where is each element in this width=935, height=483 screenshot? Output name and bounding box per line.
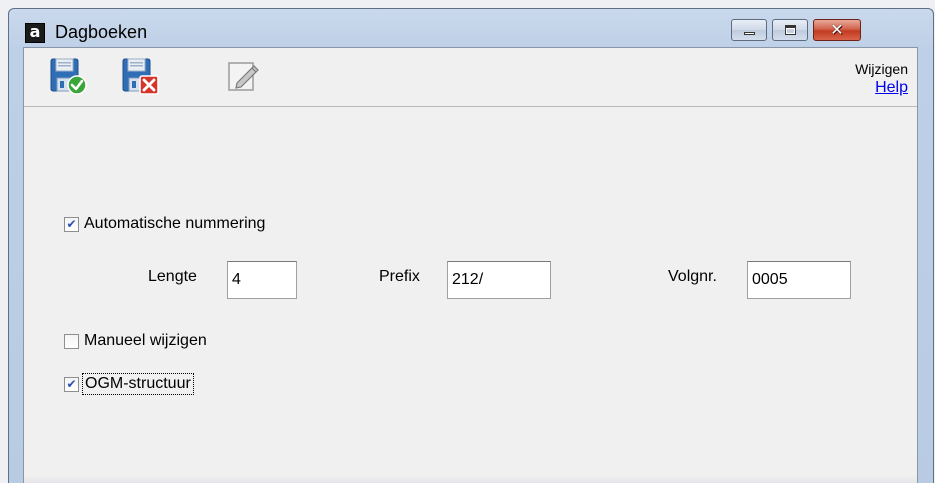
client-area: Wijzigen Help ✔ Automatische nummering L… bbox=[23, 47, 918, 483]
pencil-note-icon bbox=[228, 62, 259, 91]
prefix-label: Prefix bbox=[379, 268, 420, 285]
save-button[interactable] bbox=[48, 56, 88, 96]
floppy-disk-check-icon bbox=[50, 58, 87, 95]
ogm-structure-checkbox[interactable]: ✔ bbox=[64, 376, 79, 392]
edit-button[interactable] bbox=[224, 56, 264, 96]
toolbar: Wijzigen Help bbox=[24, 48, 917, 107]
help-link[interactable]: Help bbox=[855, 79, 908, 97]
journal-settings-form: ✔ Automatische nummering Lengte 4 Prefix… bbox=[24, 107, 917, 483]
mode-label: Wijzigen bbox=[855, 61, 908, 77]
close-button[interactable]: ✕ bbox=[813, 19, 861, 41]
toolbar-status: Wijzigen Help bbox=[855, 60, 908, 97]
ogm-structure-row[interactable]: ✔ OGM-structuur bbox=[64, 373, 194, 395]
sequence-input[interactable]: 0005 bbox=[747, 261, 851, 299]
app-logo-letter: a bbox=[29, 22, 41, 41]
maximize-button[interactable] bbox=[772, 19, 808, 41]
manual-edit-row[interactable]: Manueel wijzigen bbox=[64, 332, 207, 350]
length-input[interactable]: 4 bbox=[227, 261, 297, 299]
sequence-label: Volgnr. bbox=[668, 268, 717, 285]
title-bar[interactable]: a Dagboeken ✕ bbox=[9, 9, 933, 47]
close-icon: ✕ bbox=[830, 20, 844, 39]
bottom-edge bbox=[24, 475, 917, 483]
ogm-structure-label[interactable]: OGM-structuur bbox=[82, 373, 194, 395]
checkmark-icon: ✔ bbox=[66, 377, 77, 391]
window-frame: a Dagboeken ✕ Wijzigen Help ✔ Automatisc… bbox=[8, 8, 934, 483]
length-label: Lengte bbox=[148, 268, 197, 285]
app-logo-icon[interactable]: a bbox=[25, 23, 45, 43]
checkmark-icon: ✔ bbox=[66, 217, 77, 231]
minimize-button[interactable] bbox=[731, 19, 767, 41]
manual-edit-checkbox[interactable] bbox=[64, 333, 79, 349]
auto-numbering-checkbox[interactable]: ✔ bbox=[64, 216, 79, 232]
window-title: Dagboeken bbox=[55, 22, 148, 42]
prefix-input[interactable]: 212/ bbox=[447, 261, 551, 299]
manual-edit-label[interactable]: Manueel wijzigen bbox=[84, 332, 207, 350]
cancel-button[interactable] bbox=[120, 56, 160, 96]
floppy-disk-cross-icon bbox=[122, 58, 159, 95]
auto-numbering-label[interactable]: Automatische nummering bbox=[84, 215, 265, 233]
auto-numbering-row[interactable]: ✔ Automatische nummering bbox=[64, 215, 265, 233]
